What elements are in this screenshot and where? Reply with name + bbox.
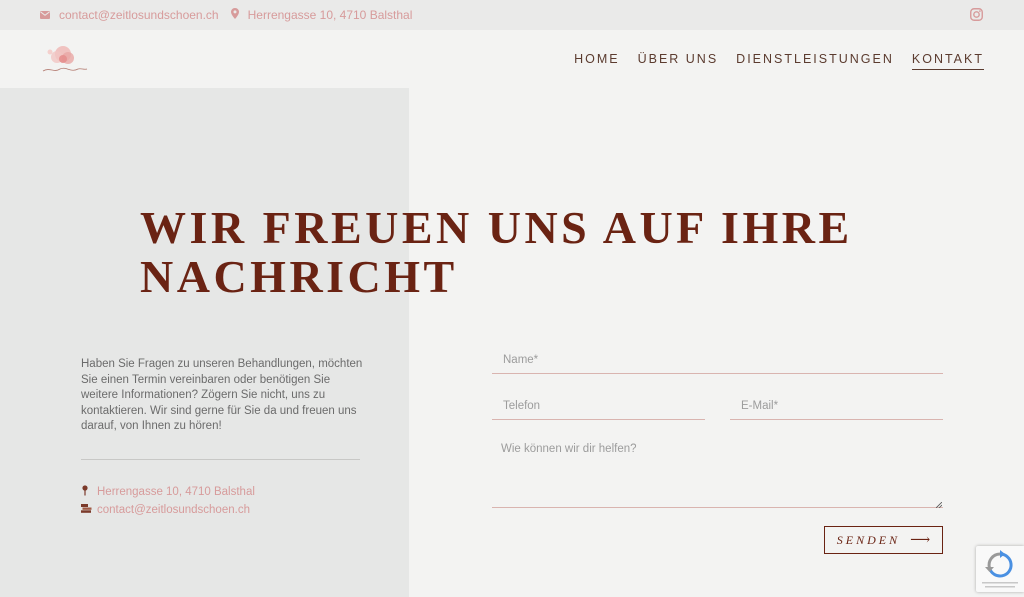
site-header: HOME ÜBER UNS DIENSTLEISTUNGEN KONTAKT	[0, 30, 1024, 88]
send-button[interactable]: SENDEN ⟶	[824, 526, 943, 554]
contact-address[interactable]: Herrengasse 10, 4710 Balsthal	[81, 485, 255, 499]
arrow-right-icon: ⟶	[910, 532, 931, 548]
left-panel	[0, 88, 409, 597]
page-title: WIR FREUEN UNS AUF IHRE NACHRICHT	[140, 203, 900, 301]
send-button-label: SENDEN	[836, 532, 901, 547]
intro-text: Haben Sie Fragen zu unseren Behandlungen…	[81, 358, 363, 432]
topbar-email[interactable]: contact@zeitlosundschoen.ch	[40, 8, 219, 22]
name-field-placeholder: Name*	[503, 354, 539, 366]
main-nav: HOME ÜBER UNS DIENSTLEISTUNGEN KONTAKT	[574, 52, 984, 70]
nav-dienstleistungen[interactable]: DIENSTLEISTUNGEN	[736, 52, 894, 70]
email-field[interactable]: E-Mail*	[730, 390, 943, 420]
recaptcha-badge[interactable]	[976, 546, 1024, 592]
page: contact@zeitlosundschoen.ch Herrengasse …	[0, 0, 1024, 597]
contact-email[interactable]: contact@zeitlosundschoen.ch	[81, 503, 250, 516]
email-field-placeholder: E-Mail*	[741, 400, 779, 412]
phone-field-placeholder: Telefon	[503, 400, 541, 412]
instagram-icon[interactable]	[970, 8, 983, 24]
page-title-line-1: WIR FREUEN UNS AUF IHRE	[140, 202, 853, 253]
logo[interactable]	[40, 42, 90, 78]
topbar-address[interactable]: Herrengasse 10, 4710 Balsthal	[230, 8, 413, 22]
mail-stack-icon	[81, 503, 97, 516]
message-field[interactable]: Wie können wir dir helfen?	[492, 434, 943, 509]
nav-ueber-uns[interactable]: ÜBER UNS	[638, 52, 719, 70]
contact-address-text[interactable]: Herrengasse 10, 4710 Balsthal	[97, 486, 255, 498]
nav-kontakt[interactable]: KONTAKT	[911, 52, 984, 70]
top-bar: contact@zeitlosundschoen.ch Herrengasse …	[0, 0, 1024, 30]
contact-email-text[interactable]: contact@zeitlosundschoen.ch	[97, 504, 250, 516]
nav-home[interactable]: HOME	[574, 52, 620, 70]
recaptcha-icon	[982, 550, 1018, 588]
topbar-email-text[interactable]: contact@zeitlosundschoen.ch	[59, 8, 219, 22]
page-title-line-2: NACHRICHT	[140, 251, 458, 302]
name-field[interactable]: Name*	[492, 344, 943, 374]
pin-icon	[81, 485, 97, 499]
phone-field[interactable]: Telefon	[492, 390, 705, 420]
resize-handle-icon[interactable]	[935, 499, 943, 509]
message-field-placeholder: Wie können wir dir helfen?	[501, 443, 637, 455]
map-pin-icon	[230, 8, 239, 22]
topbar-address-text[interactable]: Herrengasse 10, 4710 Balsthal	[248, 8, 413, 22]
envelope-icon	[40, 8, 50, 22]
divider	[81, 459, 360, 460]
